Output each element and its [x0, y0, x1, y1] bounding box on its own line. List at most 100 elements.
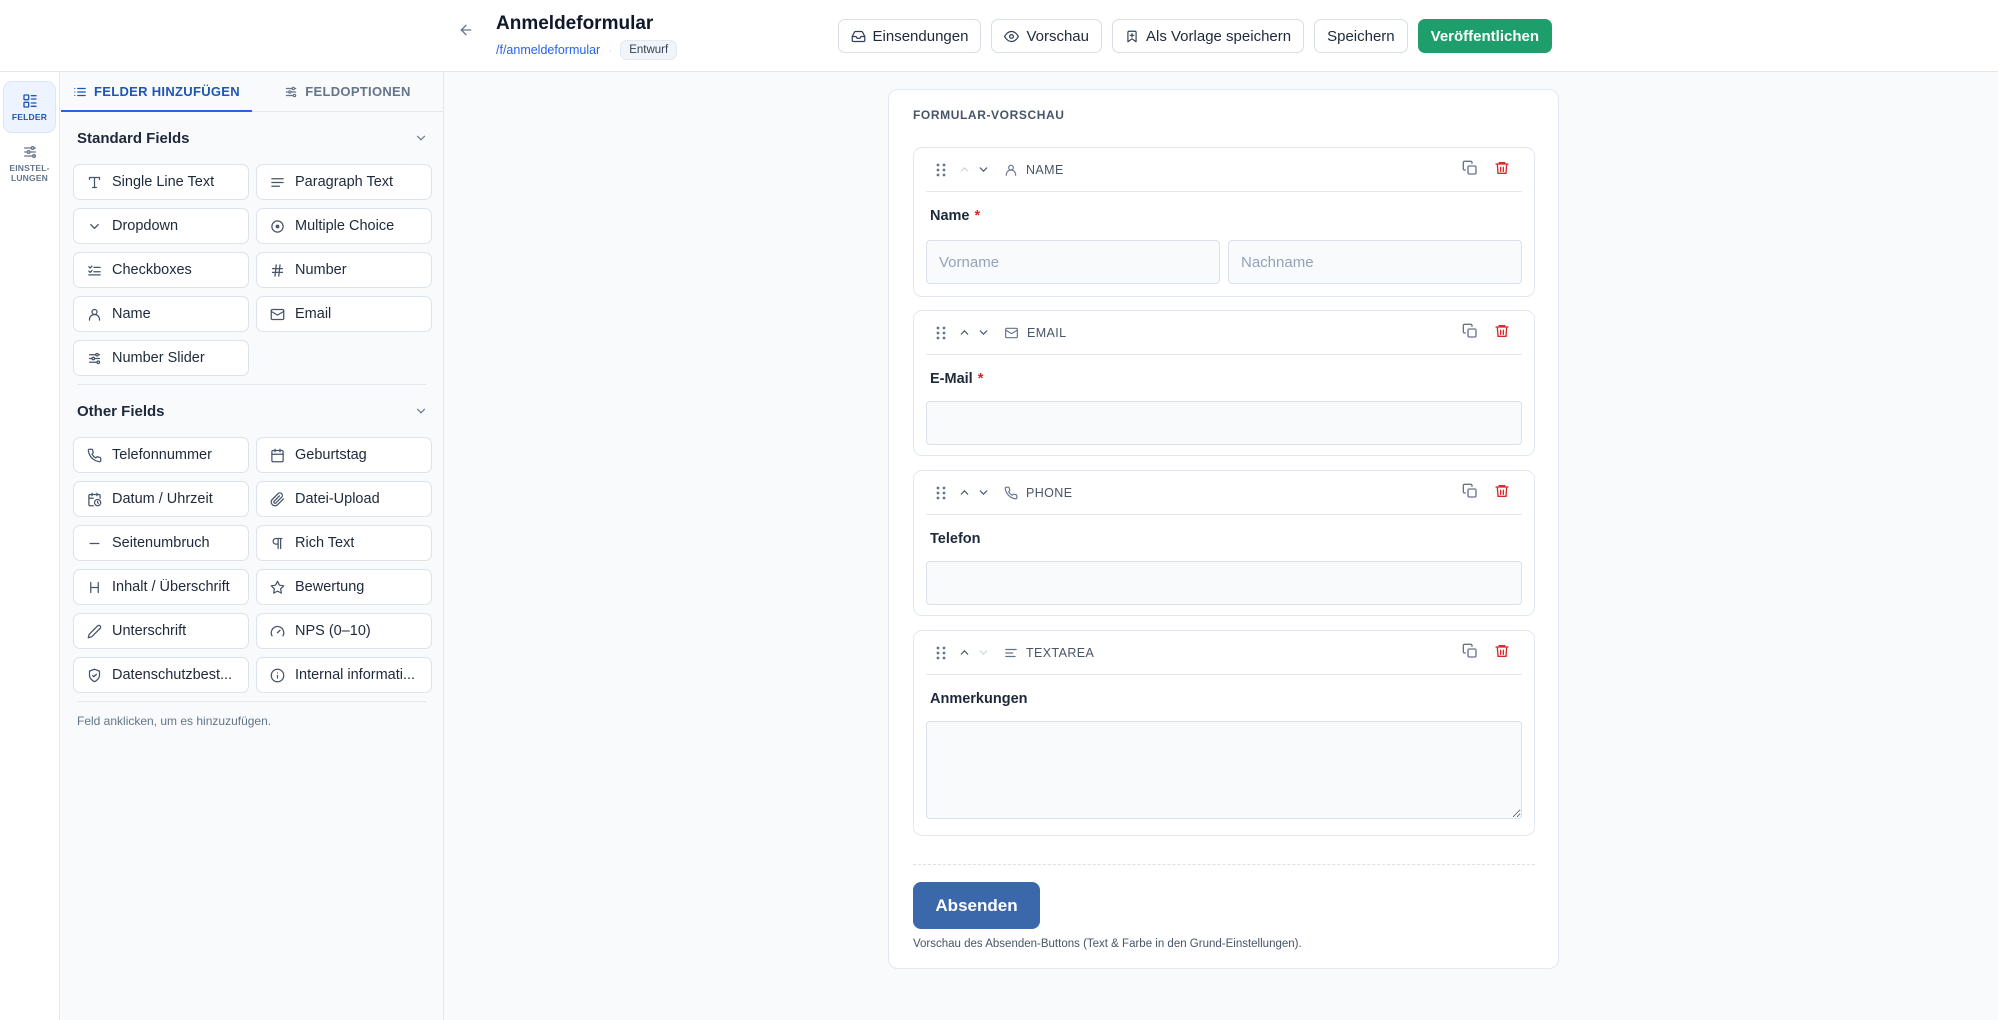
add-field-seitenumbruch-button[interactable]: Seitenumbruch — [73, 525, 249, 561]
inbox-icon — [851, 30, 865, 42]
add-field-internal-informati-button[interactable]: Internal informati... — [256, 657, 432, 693]
move-down-icon[interactable] — [977, 486, 990, 499]
bookmark-plus-icon — [1127, 30, 1137, 42]
save-template-button[interactable]: Als Vorlage speichern — [1112, 19, 1305, 53]
drag-handle-icon[interactable] — [936, 326, 946, 340]
tab-field-options[interactable]: FELDOPTIONEN — [252, 72, 443, 111]
sliders-icon — [23, 145, 36, 158]
paperclip-icon — [270, 491, 284, 506]
duplicate-icon[interactable] — [1462, 643, 1478, 659]
move-up-icon[interactable] — [958, 163, 971, 176]
field-toolbar: TEXTAREA — [926, 631, 1522, 675]
tab-add-fields-label: FELDER HINZUFÜGEN — [94, 84, 240, 99]
save-template-label: Als Vorlage speichern — [1146, 27, 1292, 45]
add-field-datenschutzbest-button[interactable]: Datenschutzbest... — [73, 657, 249, 693]
align-left-icon — [1005, 648, 1017, 657]
trash-icon[interactable] — [1494, 483, 1510, 499]
add-field-datum-uhrzeit-button[interactable]: Datum / Uhrzeit — [73, 481, 249, 517]
field-label-text: Anmerkungen — [930, 691, 1028, 707]
field-button-label: Dropdown — [112, 218, 179, 234]
user-icon — [1005, 164, 1017, 176]
field-toolbar: NAME — [926, 148, 1522, 192]
notes-textarea[interactable] — [926, 721, 1522, 819]
add-field-number-button[interactable]: Number — [256, 252, 432, 288]
rail-settings-line1: EINSTEL- — [9, 162, 50, 173]
phone-input[interactable] — [926, 561, 1522, 605]
page-title: Anmeldeformular — [496, 13, 654, 34]
pilcrow-icon — [272, 537, 283, 549]
field-button-label: NPS (0–10) — [295, 623, 371, 639]
hash-icon — [271, 263, 284, 277]
chevron-down-icon — [416, 135, 426, 141]
submissions-button[interactable]: Einsendungen — [837, 19, 982, 53]
radio-icon — [271, 219, 284, 233]
back-button[interactable] — [456, 18, 476, 42]
other-fields-header[interactable]: Other Fields — [73, 385, 432, 437]
add-field-datei-upload-button[interactable]: Datei-Upload — [256, 481, 432, 517]
add-field-dropdown-button[interactable]: Dropdown — [73, 208, 249, 244]
rail-fields[interactable]: FELDER — [3, 81, 56, 133]
duplicate-icon[interactable] — [1462, 483, 1478, 499]
trash-icon[interactable] — [1494, 160, 1510, 176]
status-badge: Entwurf — [620, 40, 678, 60]
preview-button[interactable]: Vorschau — [991, 19, 1102, 53]
form-slug-link[interactable]: /f/anmeldeformular — [496, 43, 600, 57]
add-field-number-slider-button[interactable]: Number Slider — [73, 340, 249, 376]
submit-button[interactable]: Absenden — [913, 882, 1040, 929]
form-preview-card: FORMULAR-VORSCHAU NAME Name * EMAIL — [888, 89, 1559, 969]
tab-field-options-label: FELDOPTIONEN — [305, 84, 411, 99]
drag-handle-icon[interactable] — [936, 646, 946, 660]
add-field-paragraph-text-button[interactable]: Paragraph Text — [256, 164, 432, 200]
add-field-nps-0-10-button[interactable]: NPS (0–10) — [256, 613, 432, 649]
standard-fields-header[interactable]: Standard Fields — [73, 112, 432, 164]
add-field-checkboxes-button[interactable]: Checkboxes — [73, 252, 249, 288]
rail-settings[interactable]: EINSTEL- LUNGEN — [3, 137, 56, 189]
publish-button[interactable]: Veröffentlichen — [1417, 19, 1552, 53]
add-field-bewertung-button[interactable]: Bewertung — [256, 569, 432, 605]
add-field-single-line-text-button[interactable]: Single Line Text — [73, 164, 249, 200]
move-up-icon[interactable] — [958, 646, 971, 659]
standard-fields-grid: Single Line Text Paragraph Text Dropdown Mu… — [73, 164, 432, 384]
sliders-icon — [286, 86, 297, 97]
move-up-icon[interactable] — [958, 486, 971, 499]
add-field-telefonnummer-button[interactable]: Telefonnummer — [73, 437, 249, 473]
tab-add-fields[interactable]: FELDER HINZUFÜGEN — [61, 72, 252, 112]
add-field-geburtstag-button[interactable]: Geburtstag — [256, 437, 432, 473]
field-card-textarea[interactable]: TEXTAREA Anmerkungen — [913, 630, 1535, 836]
field-card-email[interactable]: EMAIL E-Mail * — [913, 310, 1535, 456]
last-name-input[interactable] — [1228, 240, 1522, 284]
mail-icon — [1005, 327, 1018, 338]
add-field-rich-text-button[interactable]: Rich Text — [256, 525, 432, 561]
add-field-inhalt-überschrift-button[interactable]: Inhalt / Überschrift — [73, 569, 249, 605]
duplicate-icon[interactable] — [1462, 323, 1478, 339]
preview-heading: FORMULAR-VORSCHAU — [913, 108, 1065, 122]
field-label-text: Name — [930, 208, 970, 224]
duplicate-icon[interactable] — [1462, 160, 1478, 176]
calendar-icon — [271, 448, 284, 462]
add-field-email-button[interactable]: Email — [256, 296, 432, 332]
field-button-label: Datum / Uhrzeit — [112, 491, 213, 507]
field-button-label: Seitenumbruch — [112, 535, 210, 551]
move-down-icon[interactable] — [977, 646, 990, 659]
move-down-icon[interactable] — [977, 326, 990, 339]
trash-icon[interactable] — [1494, 643, 1510, 659]
save-button[interactable]: Speichern — [1314, 19, 1408, 53]
chevron-down-icon — [90, 223, 99, 229]
field-card-phone[interactable]: PHONE Telefon — [913, 470, 1535, 616]
move-up-icon[interactable] — [958, 326, 971, 339]
field-toolbar: EMAIL — [926, 311, 1522, 355]
submit-note: Vorschau des Absenden-Buttons (Text & Fa… — [913, 938, 1302, 950]
drag-handle-icon[interactable] — [936, 486, 946, 500]
field-card-name[interactable]: NAME Name * — [913, 147, 1535, 297]
minus-icon — [89, 542, 100, 544]
move-down-icon[interactable] — [977, 163, 990, 176]
layout-list-icon — [22, 93, 37, 108]
first-name-input[interactable] — [926, 240, 1220, 284]
drag-handle-icon[interactable] — [936, 163, 946, 177]
add-field-unterschrift-button[interactable]: Unterschrift — [73, 613, 249, 649]
add-field-multiple-choice-button[interactable]: Multiple Choice — [256, 208, 432, 244]
email-input[interactable] — [926, 401, 1522, 445]
side-rail: FELDER EINSTEL- LUNGEN — [0, 72, 60, 1020]
add-field-name-button[interactable]: Name — [73, 296, 249, 332]
trash-icon[interactable] — [1494, 323, 1510, 339]
